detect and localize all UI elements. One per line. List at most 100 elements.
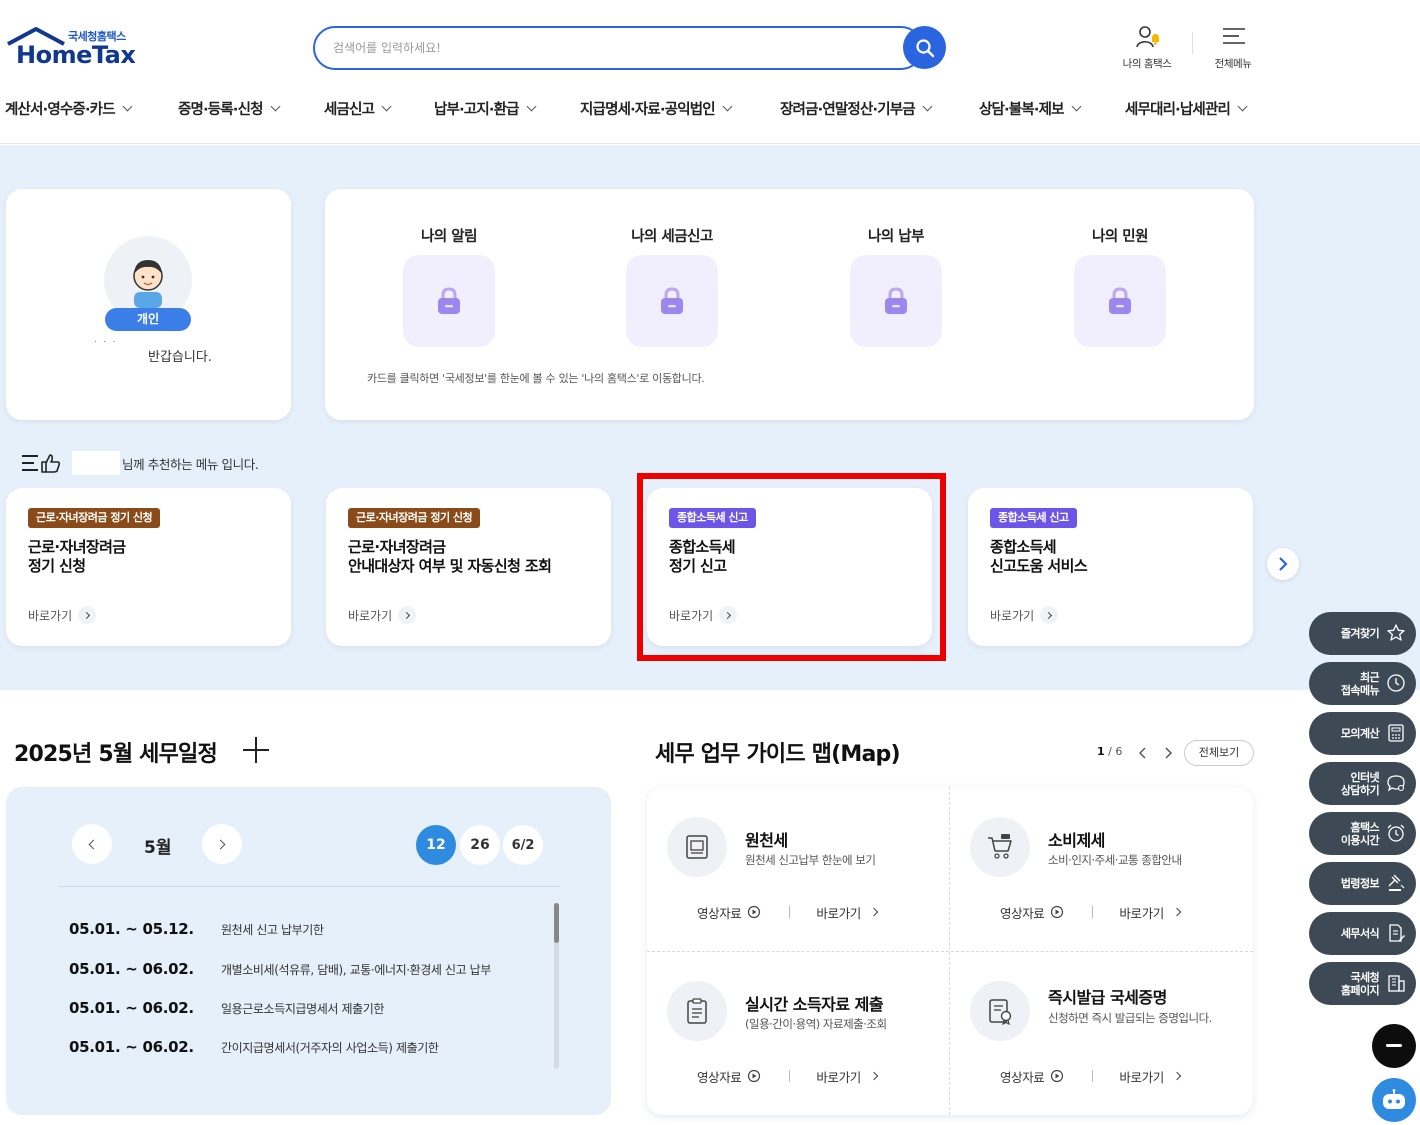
go-link[interactable]: 바로가기 [348, 606, 417, 624]
guide-desc: 원천세 신고납부 한눈에 보기 [745, 853, 876, 867]
gavel-icon [1388, 874, 1405, 891]
go-link[interactable]: 바로가기 [990, 606, 1059, 624]
my-payment-card[interactable]: 나의 납부 [836, 225, 956, 347]
chatbot-button[interactable] [1372, 1078, 1416, 1122]
greeting-text: 반갑습니다. [148, 350, 212, 365]
schedule-row[interactable]: 05.01. ~ 05.12. 원천세 신고 납부기한 [69, 919, 324, 939]
chevron-down-icon [526, 101, 537, 111]
search-button[interactable] [903, 26, 946, 69]
go-link[interactable]: 바로가기 [1119, 1067, 1182, 1086]
nav-item-tax-agent[interactable]: 세무대리·납세관리 [1125, 94, 1248, 122]
my-hometax-button[interactable]: 나의 홈택스 [1112, 24, 1182, 74]
guide-map-panel: 원천세 원천세 신고납부 한눈에 보기 영상자료 바로가기 소비제세 소비·인지… [647, 787, 1253, 1115]
chevron-down-icon [922, 101, 933, 111]
video-link[interactable]: 영상자료 [697, 903, 761, 922]
clipboard-icon [687, 998, 707, 1024]
recommend-next-button[interactable] [1267, 548, 1299, 580]
chevron-right-icon [869, 907, 879, 917]
quick-menu-simulation[interactable]: 모의계산 [1309, 712, 1416, 755]
video-label: 영상자료 [697, 1069, 742, 1085]
nav-item-tax-filing[interactable]: 세금신고 [324, 94, 392, 122]
nav-item-incentive-year-end[interactable]: 장려금·연말정산·기부금 [780, 94, 933, 122]
chevron-right-icon [215, 839, 226, 849]
quick-menu-law-info[interactable]: 법령정보 [1309, 862, 1416, 905]
my-tax-filing-card[interactable]: 나의 세금신고 [612, 225, 732, 347]
current-month: 5월 [144, 838, 172, 858]
chevron-down-icon [381, 101, 392, 111]
my-payment-title: 나의 납부 [868, 229, 924, 245]
quick-menu-favorites[interactable]: 즐겨찾기 [1309, 612, 1416, 655]
guide-prev-button[interactable] [1136, 746, 1150, 760]
lock-icon [661, 287, 683, 314]
my-civil-affairs-card[interactable]: 나의 민원 [1060, 225, 1180, 347]
recommend-card-incentive-lookup[interactable]: 근로·자녀장려금 정기 신청 근로·자녀장려금 안내대상자 여부 및 자동신청 조… [326, 488, 611, 646]
title-line: 정기 신청 [28, 557, 86, 575]
quick-menu-label: 법령정보 [1341, 862, 1380, 905]
recommend-card-title: 근로·자녀장려금 정기 신청 [28, 538, 126, 576]
search-input[interactable] [333, 36, 893, 60]
chevron-down-icon [722, 101, 733, 111]
label-line: 홈택스 [1350, 820, 1379, 834]
quick-menu-recent[interactable]: 최근 접속메뉴 [1309, 662, 1416, 705]
day-button-12[interactable]: 12 [416, 825, 456, 865]
all-menu-button[interactable]: 전체메뉴 [1198, 24, 1268, 74]
nav-item-consult-appeal[interactable]: 상담·불복·제보 [979, 94, 1082, 122]
nav-item-certificate-registration[interactable]: 증명·등록·신청 [178, 94, 281, 122]
quick-menu-online-consult[interactable]: 인터넷 상담하기 [1309, 762, 1416, 805]
quick-menu-label: 세무서식 [1340, 912, 1380, 955]
hometax-logo[interactable]: 국세청홈택스 HomeTax [6, 26, 136, 72]
video-icon [748, 905, 761, 919]
header-divider [1192, 32, 1193, 54]
schedule-row[interactable]: 05.01. ~ 06.02. 간이지급명세서(거주자의 사업소득) 제출기한 [69, 1037, 439, 1057]
video-link[interactable]: 영상자료 [697, 1067, 761, 1086]
go-link[interactable]: 바로가기 [28, 606, 97, 624]
quick-menu-tax-forms[interactable]: 세무서식 [1309, 912, 1416, 955]
guide-next-button[interactable] [1161, 746, 1175, 760]
my-civil-affairs-title: 나의 민원 [1092, 229, 1148, 245]
schedule-row[interactable]: 05.01. ~ 06.02. 개별소비세(석유류, 담배), 교통·에너지·환경… [69, 959, 491, 979]
nav-label: 계산서·영수증·카드 [5, 101, 116, 118]
lock-box [850, 255, 942, 347]
quick-menu-nts-homepage[interactable]: 국세청 홈페이지 [1309, 962, 1416, 1005]
label-line: 세무서식 [1340, 927, 1380, 940]
recommend-card-income-tax-filing[interactable]: 종합소득세 신고 종합소득세 정기 신고 바로가기 [647, 488, 932, 646]
page-total: / 6 [1108, 745, 1123, 758]
my-notifications-card[interactable]: 나의 알림 [389, 225, 509, 347]
go-link[interactable]: 바로가기 [1119, 903, 1182, 922]
recommend-card-incentive-apply[interactable]: 근로·자녀장려금 정기 신청 근로·자녀장려금 정기 신청 바로가기 [6, 488, 291, 646]
day-button-26[interactable]: 26 [460, 825, 500, 865]
collapse-quick-menu-button[interactable] [1372, 1024, 1416, 1068]
label-line: 인터넷 [1350, 770, 1379, 784]
day-button-6-2[interactable]: 6/2 [503, 825, 543, 865]
chevron-right-icon [1172, 1071, 1182, 1081]
quick-menu-label: 즐겨찾기 [1340, 612, 1380, 655]
recommend-header: 님께 추천하는 메뉴 입니다. [20, 451, 259, 475]
video-icon [1051, 1069, 1064, 1083]
thumbs-up-list-icon [22, 454, 61, 473]
user-bell-icon [1136, 26, 1159, 48]
go-label: 바로가기 [1119, 1069, 1164, 1085]
label-line: 즐겨찾기 [1340, 627, 1380, 640]
chevron-right-icon [1040, 606, 1059, 624]
nav-item-payment-refund[interactable]: 납부·고지·환급 [434, 94, 537, 122]
video-label: 영상자료 [1000, 905, 1045, 921]
recommend-card-income-tax-help[interactable]: 종합소득세 신고 종합소득세 신고도움 서비스 바로가기 [968, 488, 1253, 646]
video-link[interactable]: 영상자료 [1000, 903, 1064, 922]
chevron-right-icon [78, 606, 97, 624]
go-link[interactable]: 바로가기 [816, 1067, 879, 1086]
view-all-button[interactable]: 전체보기 [1184, 740, 1254, 766]
prev-month-button[interactable] [72, 824, 112, 864]
schedule-desc: 일용근로소득지급명세서 제출기한 [221, 1001, 385, 1016]
nav-item-invoice-receipt-card[interactable]: 계산서·영수증·카드 [5, 94, 133, 122]
schedule-scrollbar-thumb[interactable] [554, 903, 559, 943]
video-icon [1051, 905, 1064, 919]
schedule-more-button[interactable] [243, 737, 269, 763]
next-month-button[interactable] [202, 824, 242, 864]
video-link[interactable]: 영상자료 [1000, 1067, 1064, 1086]
quick-menu-service-hours[interactable]: 홈택스 이용시간 [1309, 812, 1416, 855]
go-link[interactable]: 바로가기 [816, 903, 879, 922]
go-link[interactable]: 바로가기 [669, 606, 738, 624]
chevron-down-icon [270, 101, 281, 111]
nav-item-payment-statement[interactable]: 지급명세·자료·공익법인 [580, 94, 733, 122]
schedule-row[interactable]: 05.01. ~ 06.02. 일용근로소득지급명세서 제출기한 [69, 998, 384, 1018]
